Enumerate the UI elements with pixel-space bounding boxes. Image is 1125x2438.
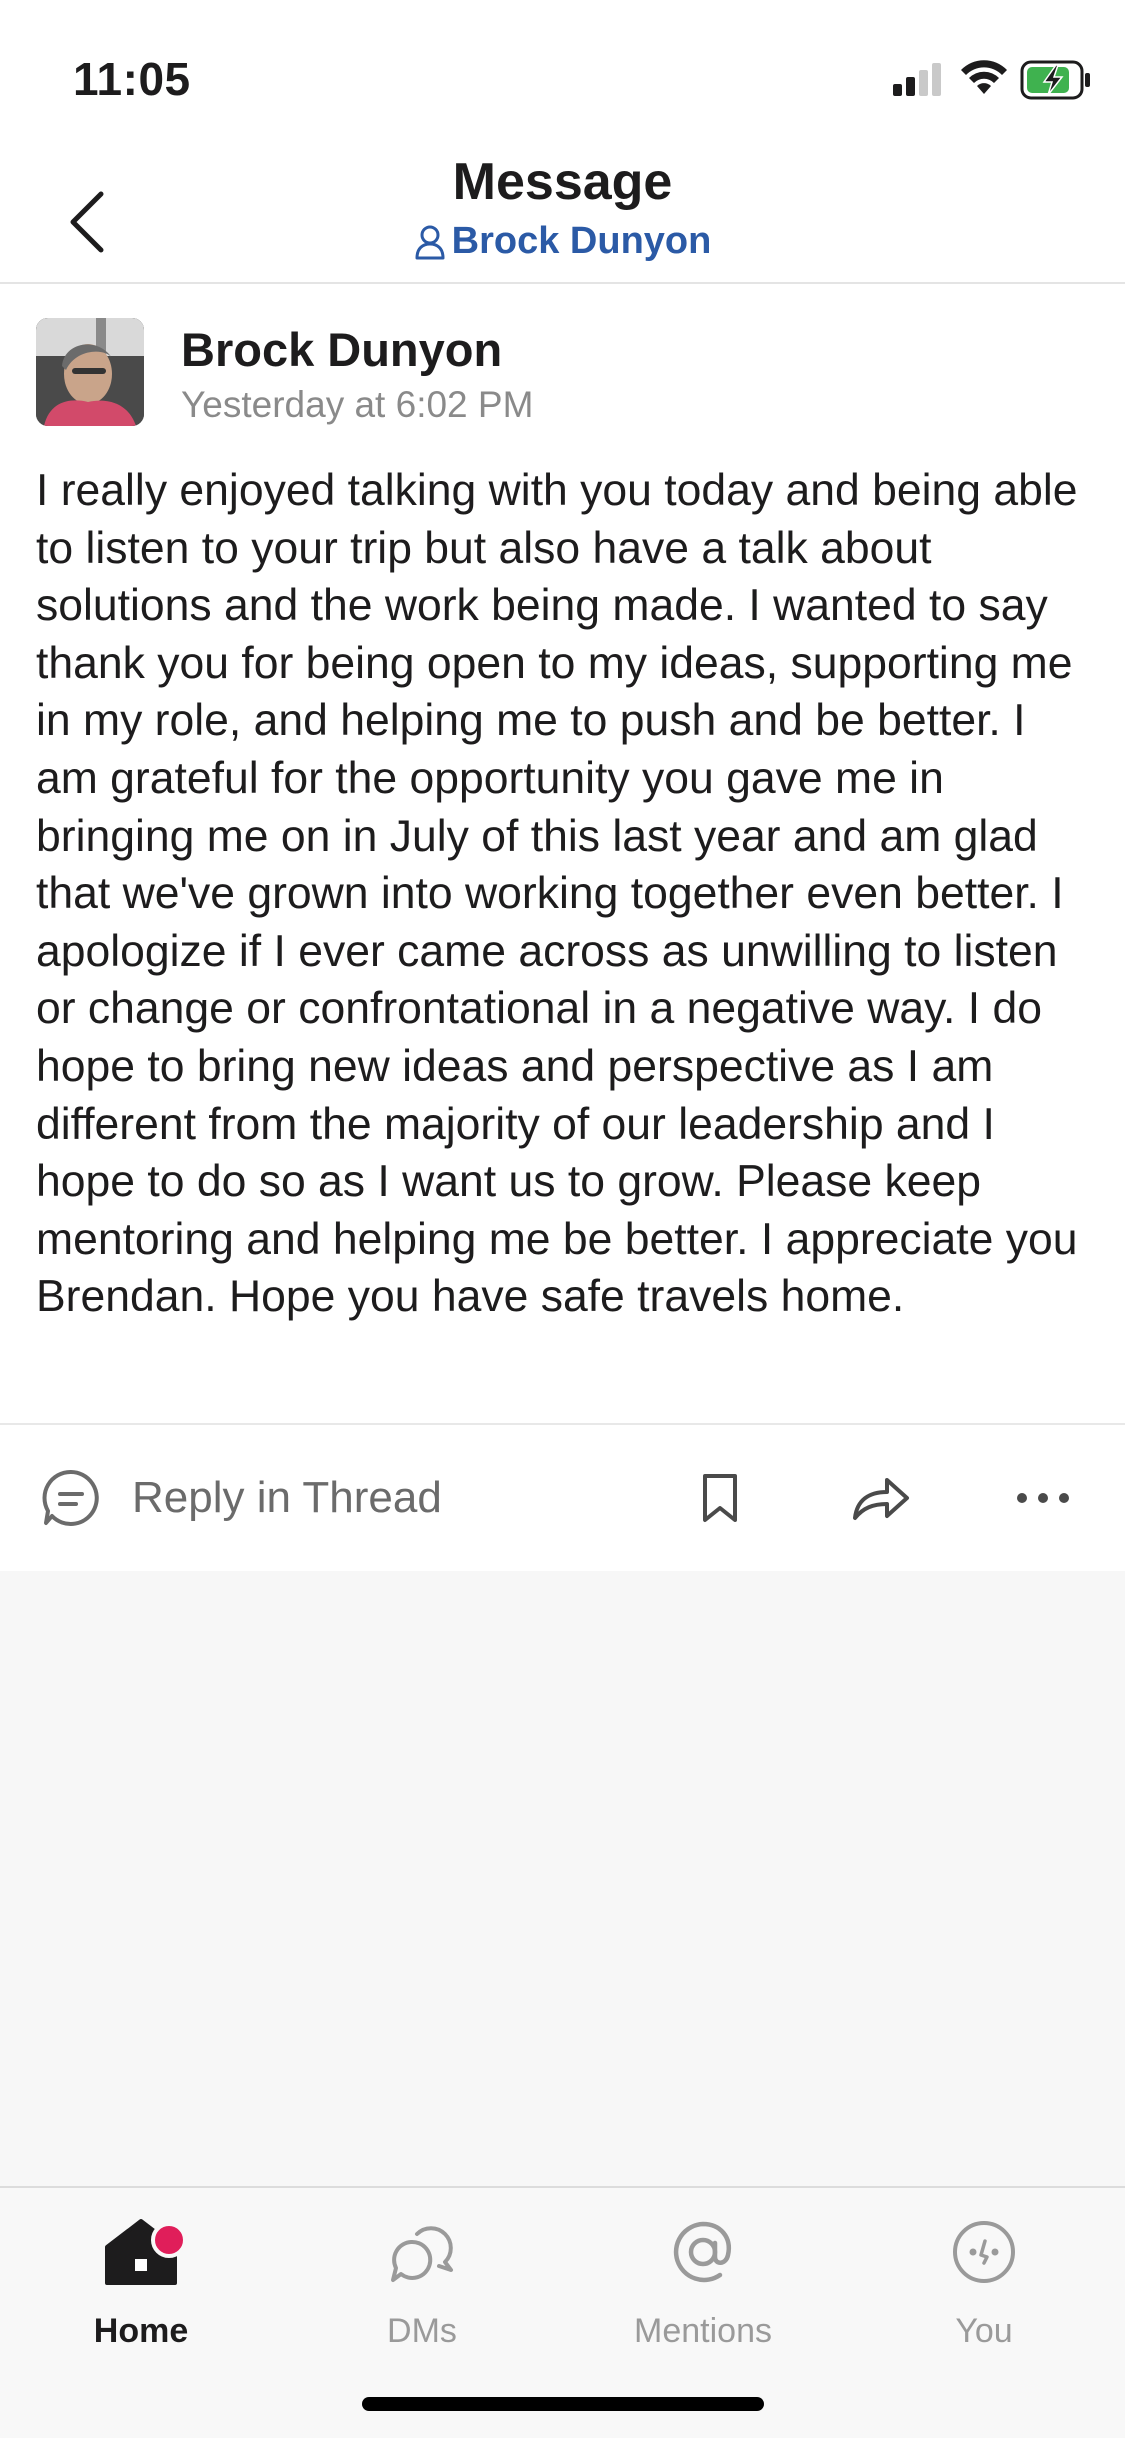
tab-dms[interactable]: DMs (322, 2212, 522, 2352)
tab-mentions-label: Mentions (634, 2312, 772, 2350)
cellular-signal-icon (893, 62, 943, 96)
empty-area (0, 1571, 1125, 2186)
conversation-user-name: Brock Dunyon (451, 220, 712, 262)
status-bar: 11:05 (0, 0, 1125, 140)
battery-charging-icon (1020, 60, 1090, 100)
message-body: I really enjoyed talking with you today … (36, 466, 1078, 1322)
user-icon (415, 225, 445, 259)
tab-home-label: Home (93, 2312, 189, 2350)
dms-icon (382, 2212, 462, 2292)
reply-in-thread-button[interactable]: Reply in Thread (40, 1455, 442, 1541)
save-button[interactable] (685, 1463, 755, 1533)
page-title: Message (452, 153, 673, 211)
navigation-header: Message Brock Dunyon (0, 140, 1125, 284)
avatar-photo (36, 318, 144, 426)
message-action-bar: Reply in Thread (0, 1423, 1125, 1573)
tab-home[interactable]: Home (41, 2212, 241, 2352)
notification-badge (151, 2222, 187, 2258)
tab-mentions[interactable]: Mentions (603, 2212, 803, 2352)
bookmark-icon (703, 1474, 737, 1522)
share-button[interactable] (846, 1463, 916, 1533)
author-name[interactable]: Brock Dunyon (181, 322, 502, 377)
message-timestamp: Yesterday at 6:02 PM (181, 384, 534, 425)
thread-bubble-icon (42, 1469, 99, 1526)
avatar[interactable] (36, 318, 144, 426)
more-actions-button[interactable] (1008, 1463, 1078, 1533)
tab-dms-label: DMs (387, 2312, 457, 2350)
reply-in-thread-label: Reply in Thread (132, 1473, 442, 1522)
wifi-icon (961, 60, 1007, 94)
home-indicator[interactable] (362, 2397, 764, 2411)
mentions-icon (663, 2212, 743, 2292)
you-icon (944, 2212, 1024, 2292)
status-time: 11:05 (73, 53, 191, 105)
tab-you-label: You (955, 2312, 1013, 2350)
more-horizontal-icon (1017, 1493, 1069, 1503)
conversation-user-link[interactable]: Brock Dunyon (0, 220, 1125, 263)
share-arrow-icon (853, 1478, 909, 1520)
tab-you[interactable]: You (884, 2212, 1084, 2352)
